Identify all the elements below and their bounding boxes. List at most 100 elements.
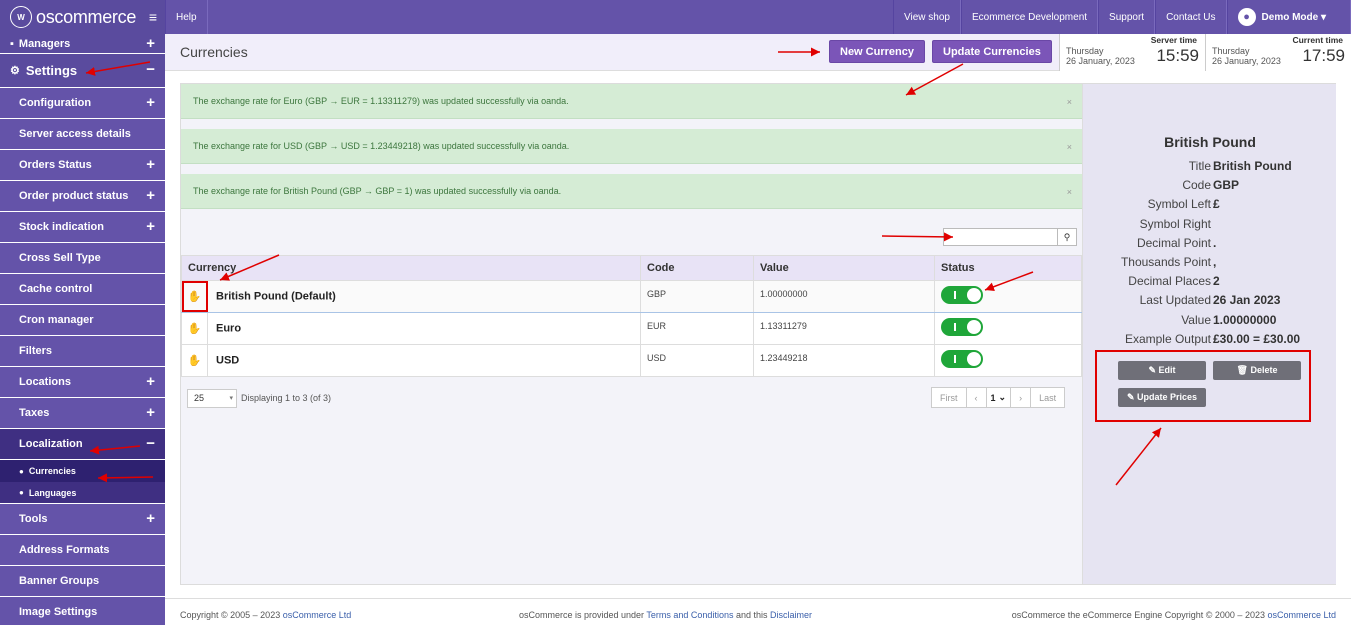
sidebar-item-label: Cron manager bbox=[19, 314, 94, 326]
sidebar-item-label: Tools bbox=[19, 513, 48, 525]
sidebar-item-order-product-status[interactable]: Order product status + bbox=[0, 181, 165, 212]
sidebar-item-cross-sell-type[interactable]: Cross Sell Type bbox=[0, 243, 165, 274]
close-icon[interactable]: × bbox=[1067, 142, 1072, 152]
sidebar-item-orders-status[interactable]: Orders Status + bbox=[0, 150, 165, 181]
currency-details-panel: British Pound Title British Pound Code GBP… bbox=[1082, 84, 1336, 584]
search-input[interactable] bbox=[943, 228, 1058, 246]
page-header: Currencies New Currency Update Currencie… bbox=[165, 34, 1351, 71]
table-row[interactable]: ✋ Euro EUR 1.13311279 bbox=[181, 312, 1082, 345]
update-currencies-button[interactable]: Update Currencies bbox=[932, 40, 1052, 63]
status-cell bbox=[934, 312, 1082, 345]
sidebar-item-cron-manager[interactable]: Cron manager bbox=[0, 305, 165, 336]
table-row[interactable]: ✋ USD USD 1.23449218 bbox=[181, 344, 1082, 377]
sidebar-item-cache-control[interactable]: Cache control bbox=[0, 274, 165, 305]
status-toggle[interactable] bbox=[941, 286, 983, 304]
code-cell: GBP bbox=[640, 280, 754, 313]
toggle-bar bbox=[954, 323, 956, 331]
column-header-currency[interactable]: Currency bbox=[181, 255, 641, 281]
logo-icon: W bbox=[10, 6, 32, 28]
server-time-day: Thursday bbox=[1066, 46, 1104, 56]
minus-icon: − bbox=[146, 435, 155, 452]
user-icon: ▪ bbox=[10, 37, 14, 50]
ecommerce-development-link[interactable]: Ecommerce Development bbox=[960, 0, 1099, 34]
panel-title: British Pound bbox=[1164, 134, 1256, 150]
sidebar-item-locations[interactable]: Locations + bbox=[0, 367, 165, 398]
column-header-code[interactable]: Code bbox=[640, 255, 754, 281]
oscommerce-ltd-link[interactable]: osCommerce Ltd bbox=[283, 610, 352, 620]
detail-value: £ bbox=[1213, 197, 1220, 211]
sidebar-item-managers[interactable]: ▪ Managers + bbox=[0, 34, 165, 54]
sidebar-item-configuration[interactable]: Configuration + bbox=[0, 88, 165, 119]
current-time-box: Current time Thursday 26 January, 2023 1… bbox=[1205, 34, 1351, 71]
close-icon[interactable]: × bbox=[1067, 97, 1072, 107]
view-shop-link[interactable]: View shop bbox=[893, 0, 961, 34]
sidebar-item-label: Languages bbox=[28, 487, 77, 498]
drag-handle-icon[interactable]: ✋ bbox=[182, 281, 208, 312]
column-header-status[interactable]: Status bbox=[934, 255, 1082, 281]
plus-icon: + bbox=[146, 187, 155, 204]
sidebar-item-localization[interactable]: Localization − bbox=[0, 429, 165, 460]
disclaimer-link[interactable]: Disclaimer bbox=[770, 610, 812, 620]
toggle-knob bbox=[967, 288, 981, 302]
page-select[interactable]: 1 ⌄ bbox=[987, 388, 1012, 407]
detail-label: Decimal Places bbox=[1128, 274, 1211, 288]
sidebar-item-label: Cache control bbox=[19, 283, 93, 295]
last-page-button[interactable]: Last bbox=[1031, 388, 1064, 407]
sidebar-subitem-languages[interactable]: ● Languages bbox=[0, 482, 165, 504]
drag-handle-icon[interactable]: ✋ bbox=[182, 313, 208, 344]
currencies-table: Currency Code Value Status ✋ British Poun… bbox=[181, 255, 1082, 377]
sidebar-item-server-access[interactable]: Server access details bbox=[0, 119, 165, 150]
oscommerce-ltd-link[interactable]: osCommerce Ltd bbox=[1267, 610, 1336, 620]
sidebar-subitem-currencies[interactable]: ● Currencies bbox=[0, 460, 165, 482]
help-link[interactable]: Help bbox=[165, 0, 208, 34]
sidebar-item-stock-indication[interactable]: Stock indication + bbox=[0, 212, 165, 243]
terms-link[interactable]: Terms and Conditions bbox=[646, 610, 733, 620]
close-icon[interactable]: × bbox=[1067, 187, 1072, 197]
current-time-clock: 17:59 bbox=[1302, 46, 1345, 65]
prev-page-button[interactable]: ‹ bbox=[967, 388, 987, 407]
support-link[interactable]: Support bbox=[1098, 0, 1156, 34]
detail-label: Symbol Right bbox=[1139, 217, 1211, 231]
new-currency-button[interactable]: New Currency bbox=[829, 40, 925, 63]
status-toggle[interactable] bbox=[941, 350, 983, 368]
toggle-bar bbox=[954, 355, 956, 363]
sidebar-item-filters[interactable]: Filters bbox=[0, 336, 165, 367]
plus-icon: + bbox=[146, 510, 155, 527]
sidebar-item-taxes[interactable]: Taxes + bbox=[0, 398, 165, 429]
brand-logo[interactable]: W oscommerce ≡ bbox=[0, 0, 165, 34]
user-menu[interactable]: ● Demo Mode ▾ bbox=[1226, 0, 1351, 34]
sidebar-item-label: Order product status bbox=[19, 190, 129, 202]
plus-icon: + bbox=[146, 35, 155, 52]
sidebar-item-banner-groups[interactable]: Banner Groups bbox=[0, 566, 165, 597]
detail-row: Symbol Left £ bbox=[1083, 197, 1337, 213]
detail-value: GBP bbox=[1213, 178, 1240, 192]
status-toggle[interactable] bbox=[941, 318, 983, 336]
user-avatar-icon: ● bbox=[1237, 8, 1256, 26]
displaying-count: Displaying 1 to 3 (of 3) bbox=[241, 393, 332, 403]
first-page-button[interactable]: First bbox=[932, 388, 967, 407]
alert-message: The exchange rate for British Pound (GBP… bbox=[193, 186, 562, 196]
plus-icon: + bbox=[146, 404, 155, 421]
server-time-box: Server time Thursday 26 January, 2023 15… bbox=[1059, 34, 1205, 71]
next-page-button[interactable]: › bbox=[1011, 388, 1032, 407]
hamburger-menu-icon[interactable]: ≡ bbox=[149, 9, 157, 25]
sidebar-item-settings[interactable]: ⚙ Settings − bbox=[0, 54, 165, 88]
table-header-row: Currency Code Value Status bbox=[181, 255, 1082, 281]
sidebar-item-address-formats[interactable]: Address Formats bbox=[0, 535, 165, 566]
detail-label: Symbol Left bbox=[1147, 197, 1211, 211]
currency-name: Euro bbox=[216, 322, 242, 335]
sidebar-item-tools[interactable]: Tools + bbox=[0, 504, 165, 535]
search-button[interactable]: ⚲ bbox=[1058, 228, 1077, 246]
drag-handle-icon[interactable]: ✋ bbox=[182, 345, 208, 376]
contact-us-link[interactable]: Contact Us bbox=[1155, 0, 1227, 34]
table-row[interactable]: ✋ British Pound (Default) GBP 1.00000000 bbox=[181, 280, 1082, 313]
sidebar-item-label: Server access details bbox=[19, 128, 131, 140]
detail-row: Last Updated 26 Jan 2023 bbox=[1083, 293, 1337, 309]
footer-license: osCommerce is provided under Terms and C… bbox=[519, 610, 812, 620]
column-header-value[interactable]: Value bbox=[753, 255, 935, 281]
sidebar-item-image-settings[interactable]: Image Settings bbox=[0, 597, 165, 625]
per-page-select[interactable]: 25 ▾ bbox=[187, 389, 237, 408]
sidebar: W oscommerce ≡ ▪ Managers + ⚙ Settings −… bbox=[0, 0, 165, 625]
value-cell: 1.23449218 bbox=[753, 344, 935, 377]
footer: Copyright © 2005 – 2023 osCommerce Ltd o… bbox=[165, 598, 1351, 625]
